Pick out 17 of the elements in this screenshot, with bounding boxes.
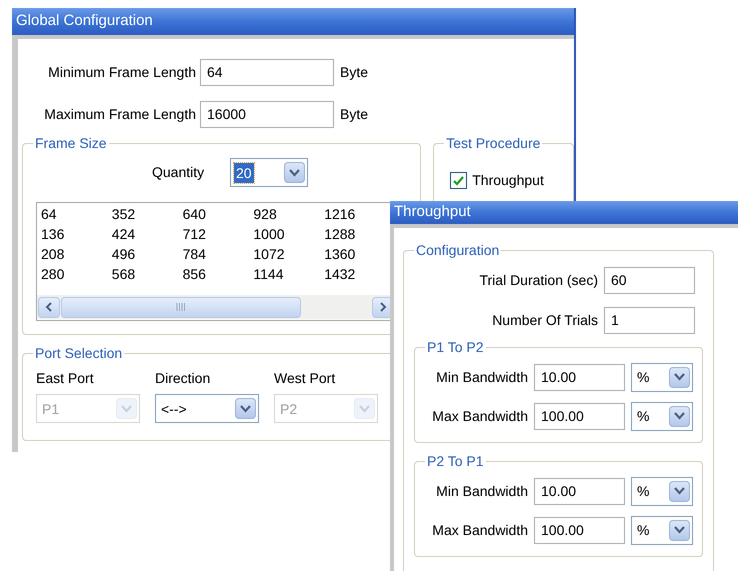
field-label: Maximum Frame Length	[43, 105, 197, 124]
field-label: Direction	[155, 369, 212, 388]
checkbox-label: Throughput	[472, 171, 544, 190]
field-label: Minimum Frame Length	[47, 63, 197, 82]
field-label: West Port	[274, 369, 336, 388]
unit-label: Byte	[340, 63, 368, 82]
field-label: Min Bandwidth	[435, 482, 529, 500]
field-label: East Port	[36, 369, 95, 388]
window-title: Throughput	[394, 202, 471, 222]
field-label: Trial Duration (sec)	[478, 270, 599, 290]
field-label: Quantity	[152, 163, 206, 182]
unit-label: Byte	[340, 105, 368, 124]
field-label: Number Of Trials	[491, 310, 599, 330]
field-label: Max Bandwidth	[431, 406, 529, 426]
field-label: Max Bandwidth	[431, 520, 529, 540]
field-label: Min Bandwidth	[435, 368, 529, 386]
window-title: Global Configuration	[16, 11, 153, 32]
